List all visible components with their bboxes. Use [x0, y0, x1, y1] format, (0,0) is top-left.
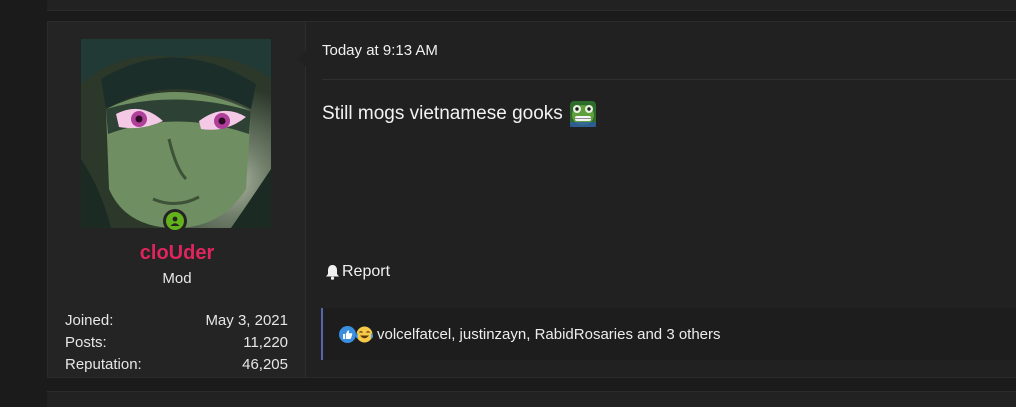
user-stats: Joined: May 3, 2021 Posts: 11,220 Reputa…	[65, 310, 288, 376]
user-info-panel: cloUder Mod Joined: May 3, 2021 Posts: 1…	[48, 22, 306, 377]
forum-post: cloUder Mod Joined: May 3, 2021 Posts: 1…	[47, 21, 1016, 378]
message-text: Still mogs vietnamese gooks	[322, 103, 563, 124]
report-button[interactable]: Report	[325, 263, 390, 281]
bell-icon	[326, 265, 339, 280]
divider	[322, 79, 1016, 80]
frog-emoji-icon	[569, 101, 596, 127]
post-timestamp[interactable]: Today at 9:13 AM	[322, 42, 438, 59]
stat-row-joined: Joined: May 3, 2021	[65, 310, 288, 332]
stat-label: Reputation:	[65, 356, 142, 373]
thread-page: cloUder Mod Joined: May 3, 2021 Posts: 1…	[0, 0, 1016, 407]
report-label: Report	[342, 263, 391, 280]
stat-label: Joined:	[65, 312, 114, 329]
stat-row-posts: Posts: 11,220	[65, 332, 288, 354]
next-post-block	[47, 391, 1016, 407]
reactions-bar[interactable]: volcelfatcel, justinzayn, RabidRosaries …	[321, 308, 1016, 360]
laugh-cry-reaction-icon	[356, 326, 373, 342]
anime-avatar-image	[81, 39, 271, 228]
reactions-text[interactable]: volcelfatcel, justinzayn, RabidRosaries …	[377, 326, 721, 343]
post-message: Still mogs vietnamese gooks	[322, 100, 597, 128]
stat-value: 46,205	[242, 356, 288, 373]
stat-value[interactable]: 11,220	[243, 332, 288, 354]
stat-label: Posts:	[65, 334, 107, 351]
reaction-icons	[339, 325, 373, 343]
online-user-icon	[163, 209, 187, 233]
like-reaction-icon	[339, 325, 356, 343]
message-arrow	[298, 50, 307, 68]
user-title: Mod	[162, 270, 192, 287]
stat-value: May 3, 2021	[205, 312, 288, 329]
username-link[interactable]: cloUder	[48, 242, 306, 265]
avatar[interactable]	[81, 39, 271, 233]
stat-row-reputation: Reputation: 46,205	[65, 354, 288, 376]
previous-post-block	[47, 0, 1016, 11]
